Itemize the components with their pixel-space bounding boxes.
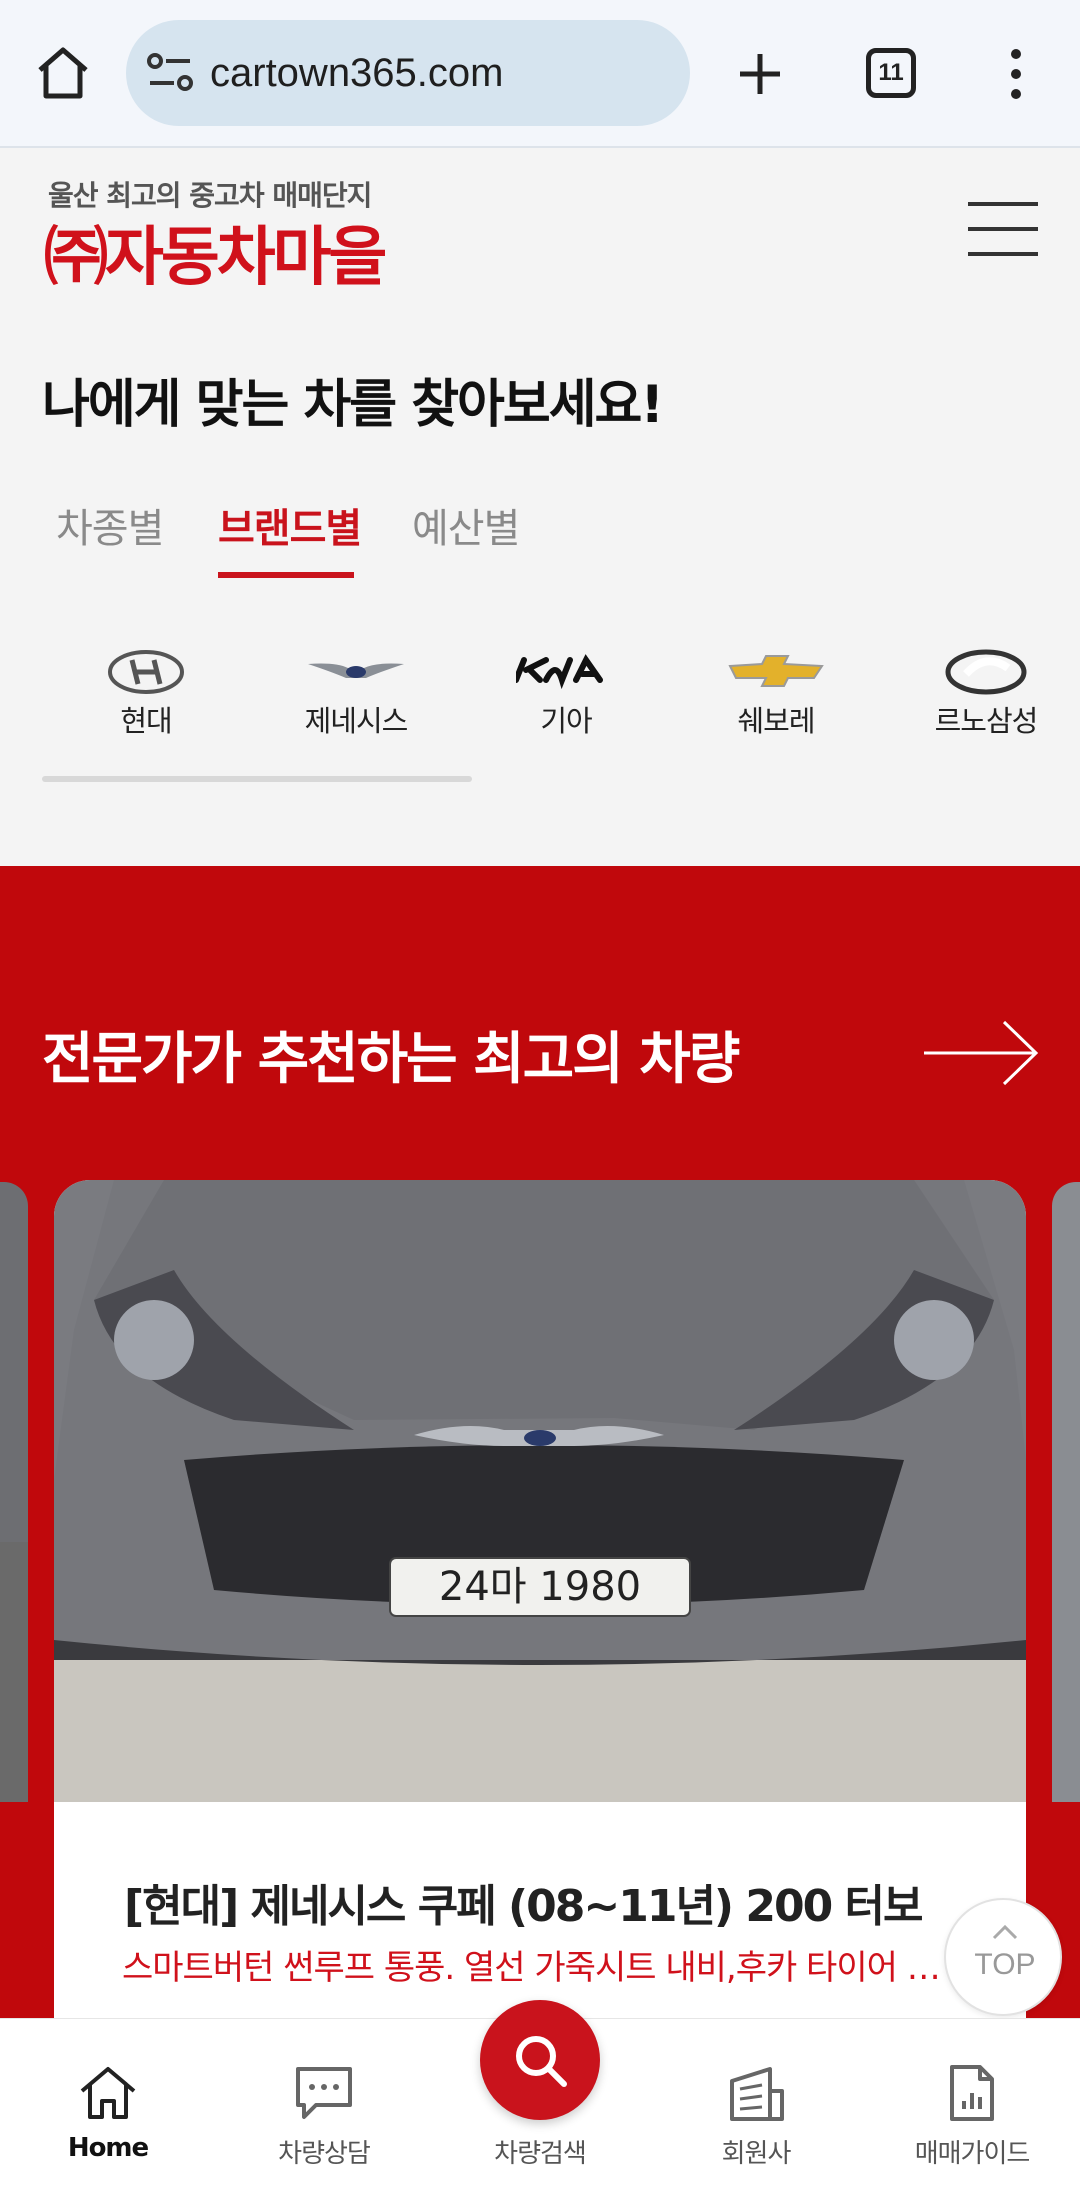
brand-label: 현대: [120, 704, 172, 738]
site-header: 울산 최고의 중고차 매매단지 ㈜자동차마을: [0, 150, 1080, 320]
nav-label: 차량상담: [278, 2139, 371, 2169]
recommend-title: 전문가가 추천하는 최고의 차량: [42, 1027, 740, 1092]
brand-label: 제네시스: [304, 704, 409, 738]
license-plate: 24마 1980: [439, 1564, 641, 1610]
brand-renault-samsung[interactable]: 르노삼성: [886, 620, 1080, 770]
chevron-up-icon: [992, 1924, 1018, 1940]
browser-toolbar: cartown365.com 11: [0, 0, 1080, 148]
brand-genesis[interactable]: 제네시스: [256, 620, 456, 770]
brand-scroll-indicator: [42, 776, 472, 782]
search-fab-button[interactable]: [480, 2000, 600, 2120]
chat-icon: [296, 2067, 352, 2119]
next-card-peek[interactable]: [1052, 1182, 1080, 1802]
nav-label: Home: [67, 2133, 149, 2163]
hamburger-menu-icon[interactable]: [968, 202, 1038, 256]
home-icon: [80, 2067, 136, 2119]
site-settings-icon[interactable]: [146, 50, 196, 96]
home-icon[interactable]: [30, 40, 96, 106]
brand-label: 기아: [540, 704, 592, 738]
car-title[interactable]: [현대] 제네시스 쿠페 (08~11년) 200 터보: [124, 1870, 923, 1934]
nav-label: 회원사: [721, 2139, 792, 2169]
car-description: 스마트버턴 썬루프 통풍. 열선 가죽시트 내비,후카 타이어 교체: [122, 1948, 942, 1988]
tab-by-budget[interactable]: 예산별: [412, 496, 520, 554]
genesis-logo-icon: [308, 663, 404, 678]
nav-members[interactable]: 회원사: [648, 2019, 864, 2200]
brand-chevrolet[interactable]: 쉐보레: [676, 620, 876, 770]
guide-icon: [950, 2065, 994, 2121]
nav-guide[interactable]: 매매가이드: [864, 2019, 1080, 2200]
prev-card-peek[interactable]: [0, 1182, 28, 1802]
scroll-to-top-button[interactable]: TOP: [944, 1898, 1062, 2016]
finder-title: 나에게 맞는 차를 찾아보세요!: [42, 375, 664, 435]
site-logo[interactable]: ㈜자동차마을: [44, 206, 387, 298]
nav-label: 매매가이드: [914, 2139, 1031, 2169]
new-tab-icon[interactable]: [730, 40, 790, 106]
search-icon: [516, 2036, 567, 2087]
nav-label: 차량검색: [494, 2139, 587, 2169]
building-icon: [730, 2067, 784, 2121]
arrow-right-icon[interactable]: [924, 1018, 1040, 1088]
more-options-icon[interactable]: [996, 44, 1036, 104]
nav-home[interactable]: Home: [0, 2019, 216, 2200]
address-bar[interactable]: cartown365.com: [126, 20, 690, 126]
brand-hyundai[interactable]: 현대: [46, 620, 246, 770]
tab-switcher-button[interactable]: 11: [866, 48, 916, 98]
chevrolet-logo-icon: [728, 655, 824, 687]
brand-kia[interactable]: 기아: [466, 620, 666, 770]
tab-by-type[interactable]: 차종별: [56, 496, 164, 554]
car-photo: 24마 1980: [54, 1180, 1026, 1802]
brand-label: 쉐보레: [737, 704, 815, 738]
hyundai-logo-icon: [108, 650, 184, 694]
active-tab-indicator: [218, 572, 354, 578]
renault-samsung-logo-icon: [945, 649, 1027, 695]
url-text: cartown365.com: [210, 51, 504, 95]
nav-consult[interactable]: 차량상담: [216, 2019, 432, 2200]
tab-by-brand[interactable]: 브랜드별: [218, 496, 362, 554]
top-label: TOP: [974, 1948, 1036, 1981]
brand-label: 르노삼성: [934, 704, 1039, 738]
kia-logo-icon: [516, 654, 603, 690]
brand-list: 현대 제네시스 기아 쉐보레 르노삼성: [42, 620, 1080, 770]
